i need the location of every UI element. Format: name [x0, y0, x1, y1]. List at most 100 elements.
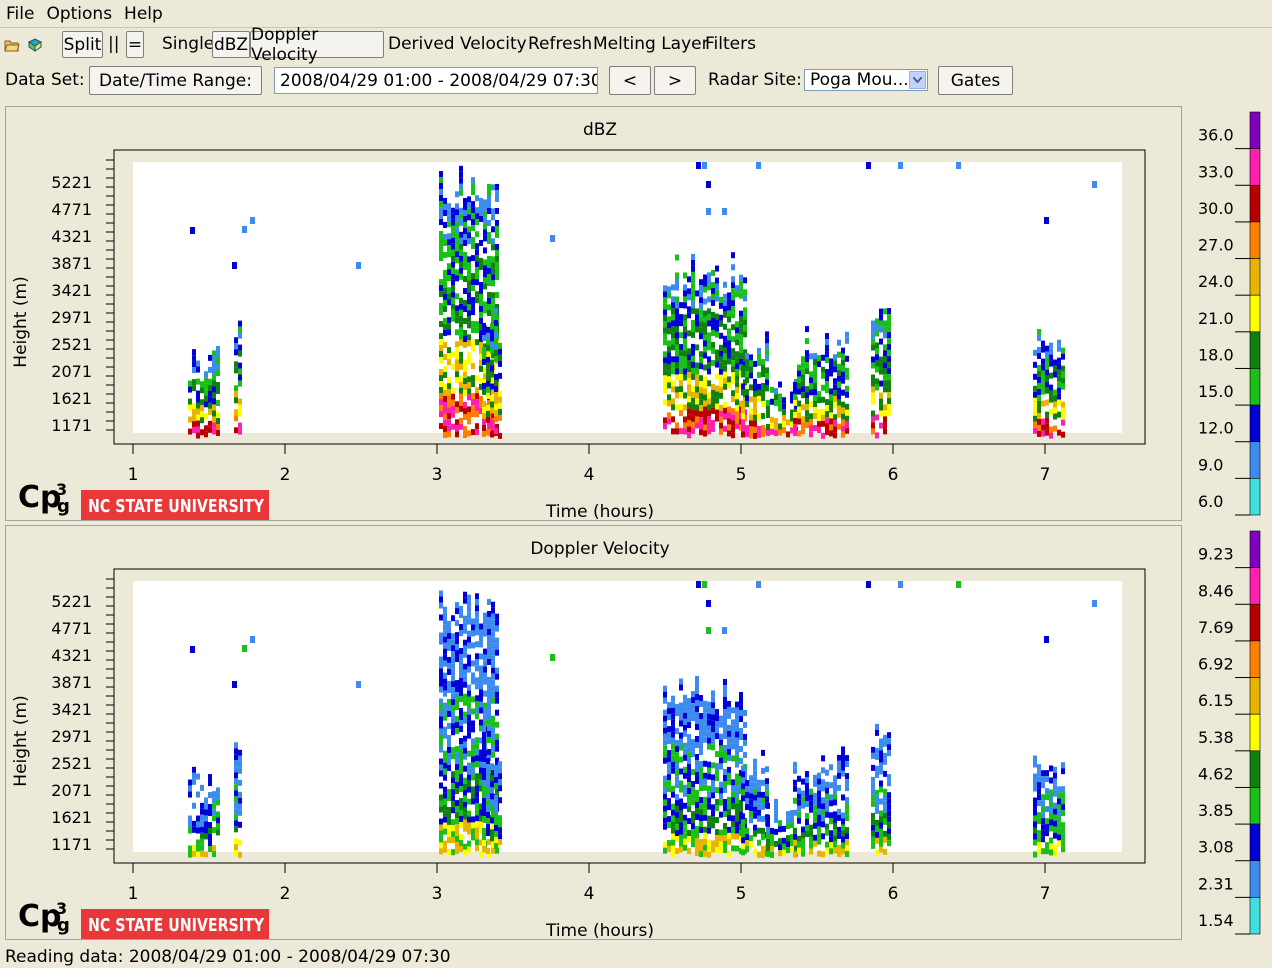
- radar-cell: [667, 340, 671, 347]
- radar-cell: [475, 827, 479, 834]
- radar-cell: [196, 408, 200, 415]
- radar-cell: [663, 745, 667, 752]
- radar-cell: [675, 392, 679, 399]
- cpg-logo-subscript: g: [57, 496, 70, 517]
- radar-cell: [879, 798, 883, 805]
- radar-cell: [829, 418, 833, 425]
- radar-cell: [471, 786, 475, 793]
- split-button[interactable]: Split: [62, 31, 103, 58]
- radar-cell: [192, 403, 196, 410]
- previous-button[interactable]: <: [609, 66, 651, 95]
- radar-cell: [212, 416, 216, 423]
- book-icon[interactable]: [27, 37, 43, 52]
- radar-cell: [439, 399, 443, 406]
- radar-cell: [443, 846, 447, 853]
- radar-cell: [495, 207, 499, 214]
- radar-cell: [663, 757, 667, 764]
- radar-cell: [687, 710, 691, 717]
- radar-cell: [196, 821, 200, 828]
- radar-cell: [719, 296, 723, 303]
- date-time-range-button[interactable]: Date/Time Range:: [89, 66, 262, 95]
- radar-cell: [727, 742, 731, 749]
- radar-cell: [745, 401, 749, 408]
- radar-cell: [471, 768, 475, 775]
- radar-cell: [204, 431, 208, 438]
- radar-cell: [443, 269, 447, 276]
- radar-cell: [691, 409, 695, 416]
- radar-cell: [813, 424, 817, 431]
- radar-cell: [467, 822, 471, 829]
- radar-cell: [703, 310, 707, 317]
- chevron-down-icon[interactable]: [909, 71, 926, 89]
- radar-site-select[interactable]: Poga Mou...: [804, 69, 928, 91]
- radar-cell: [745, 798, 749, 805]
- radar-cell: [711, 804, 715, 811]
- derived-velocity-button[interactable]: Derived Velocity: [388, 34, 527, 54]
- open-folder-icon[interactable]: [4, 37, 20, 52]
- horizontal-split-button[interactable]: =: [126, 31, 144, 58]
- radar-cell: [667, 840, 671, 847]
- radar-cell: [447, 299, 451, 306]
- radar-cell: [699, 839, 703, 846]
- vertical-split-button[interactable]: ||: [108, 34, 119, 54]
- radar-cell: [727, 814, 731, 821]
- radar-cell: [727, 712, 731, 719]
- radar-cell: [837, 832, 841, 839]
- radar-cell: [837, 381, 841, 388]
- radar-cell: [443, 624, 447, 631]
- radar-cell: [683, 694, 687, 701]
- radar-cell: [703, 826, 707, 833]
- gates-button[interactable]: Gates: [938, 66, 1013, 95]
- radar-cell: [753, 830, 757, 837]
- menu-help[interactable]: Help: [118, 4, 169, 24]
- cpg-logo-text: Cp: [18, 899, 62, 934]
- radar-cell: [683, 320, 687, 327]
- radar-cell: [825, 799, 829, 806]
- radar-cell: [482, 358, 486, 365]
- radar-cell: [447, 764, 451, 771]
- radar-cell: [699, 405, 703, 412]
- radar-cell: [475, 701, 479, 708]
- radar-cell: [487, 237, 491, 244]
- radar-cell: [833, 402, 837, 409]
- menu-options[interactable]: Options: [40, 4, 118, 24]
- date-range-field[interactable]: 2008/04/29 01:00 - 2008/04/29 07:30: [274, 67, 598, 94]
- radar-cell: [487, 261, 491, 268]
- radar-cell: [879, 780, 883, 787]
- radar-cell: [234, 850, 238, 857]
- radar-cell: [731, 300, 735, 307]
- radar-cell: [735, 399, 739, 406]
- radar-cell: [715, 361, 719, 368]
- refresh-button[interactable]: Refresh: [528, 34, 592, 54]
- doppler-velocity-plot: Doppler Velocity522147714321387134212971…: [11, 539, 1146, 939]
- radar-cell: [459, 393, 463, 400]
- radar-cell: [490, 431, 494, 438]
- dbz-button[interactable]: dBZ: [212, 31, 250, 58]
- radar-cell: [695, 837, 699, 844]
- radar-cell: [761, 845, 765, 852]
- radar-cell: [455, 782, 459, 789]
- radar-cell: [825, 405, 829, 412]
- doppler-velocity-button[interactable]: Doppler Velocity: [250, 25, 384, 65]
- radar-cell: [845, 803, 849, 810]
- radar-cell: [1045, 806, 1049, 813]
- radar-cell: [745, 828, 749, 835]
- radar-cell: [467, 660, 471, 667]
- single-button[interactable]: Single: [162, 34, 214, 54]
- radar-cell: [663, 285, 667, 292]
- melting-layer-button[interactable]: Melting Layer: [593, 34, 709, 54]
- radar-cell: [471, 363, 475, 370]
- radar-cell: [1041, 818, 1045, 825]
- radar-cell: [671, 701, 675, 708]
- radar-cell: [719, 428, 723, 435]
- radar-cell: [475, 267, 479, 274]
- radar-cell: [1061, 846, 1065, 853]
- radar-cell: [671, 719, 675, 726]
- menu-file[interactable]: File: [0, 4, 40, 24]
- radar-cell: [663, 381, 667, 388]
- filters-button[interactable]: Filters: [705, 34, 756, 54]
- radar-cell: [234, 766, 238, 773]
- radar-cell: [212, 356, 216, 363]
- radar-cell: [475, 429, 479, 436]
- next-button[interactable]: >: [654, 66, 696, 95]
